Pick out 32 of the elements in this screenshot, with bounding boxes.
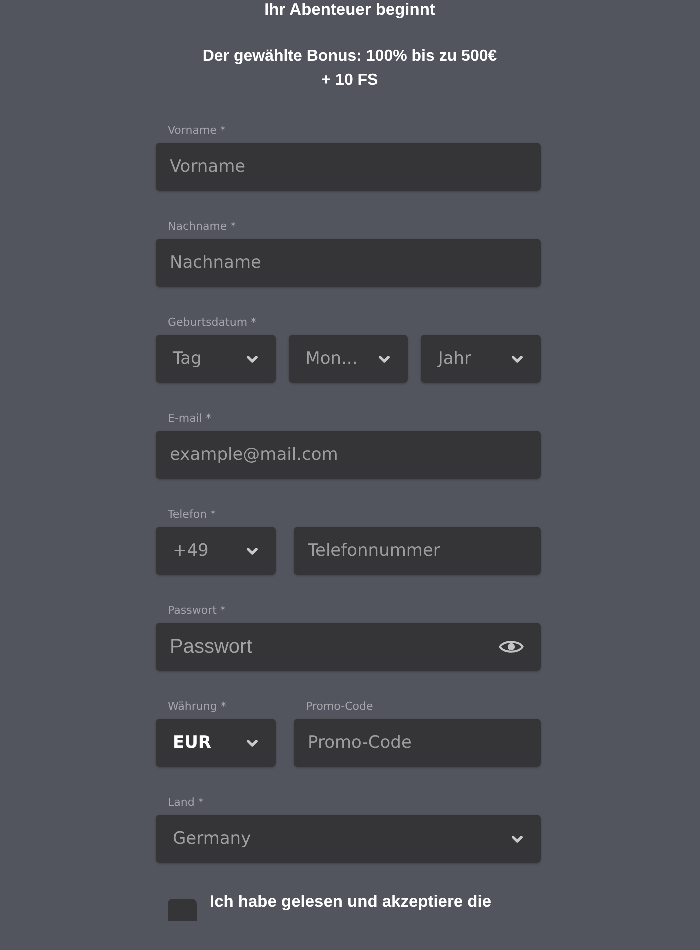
field-label: Passwort * <box>168 604 226 618</box>
field-label: Geburtsdatum * <box>168 316 257 330</box>
chevron-down-icon <box>247 548 258 554</box>
dropdown[interactable]: Tag <box>156 335 276 383</box>
dropdown[interactable]: Germany <box>156 815 541 863</box>
eye-icon[interactable] <box>499 639 524 655</box>
input-field[interactable]: Promo-Code <box>294 719 541 767</box>
field-label: E-mail * <box>168 412 212 426</box>
field-label: Land * <box>168 796 204 810</box>
field-label: Vorname * <box>168 124 226 138</box>
input-field[interactable]: example@mail.com <box>156 431 541 479</box>
chevron-down-icon <box>246 356 258 362</box>
chevron-down-icon <box>247 740 258 746</box>
chevron-down-icon <box>512 836 523 842</box>
terms-text: Ich habe gelesen und akzeptiere die <box>210 892 492 912</box>
field-label: Währung * <box>168 700 226 714</box>
checkbox[interactable] <box>168 899 197 921</box>
chevron-down-icon <box>379 356 390 362</box>
bonus-text: Der gewählte Bonus: 100% bis zu 500€ + 10 FS <box>202 47 498 91</box>
field-label: Telefon * <box>168 508 216 522</box>
password-field[interactable]: Passwort <box>156 623 541 671</box>
chevron-down-icon <box>512 356 524 362</box>
input-field[interactable]: Telefonnummer <box>294 527 541 575</box>
dropdown[interactable]: +49 <box>156 527 276 575</box>
field-label: Promo-Code <box>306 700 374 714</box>
page-title: Ihr Abenteuer beginnt <box>264 0 436 20</box>
dropdown[interactable]: Jahr <box>421 335 542 383</box>
dropdown[interactable]: Mon... <box>288 335 408 383</box>
input-field[interactable]: Nachname <box>156 239 541 287</box>
input-field[interactable]: Vorname <box>156 143 541 191</box>
field-label: Nachname * <box>168 220 236 234</box>
dropdown[interactable]: EUR <box>156 719 276 767</box>
